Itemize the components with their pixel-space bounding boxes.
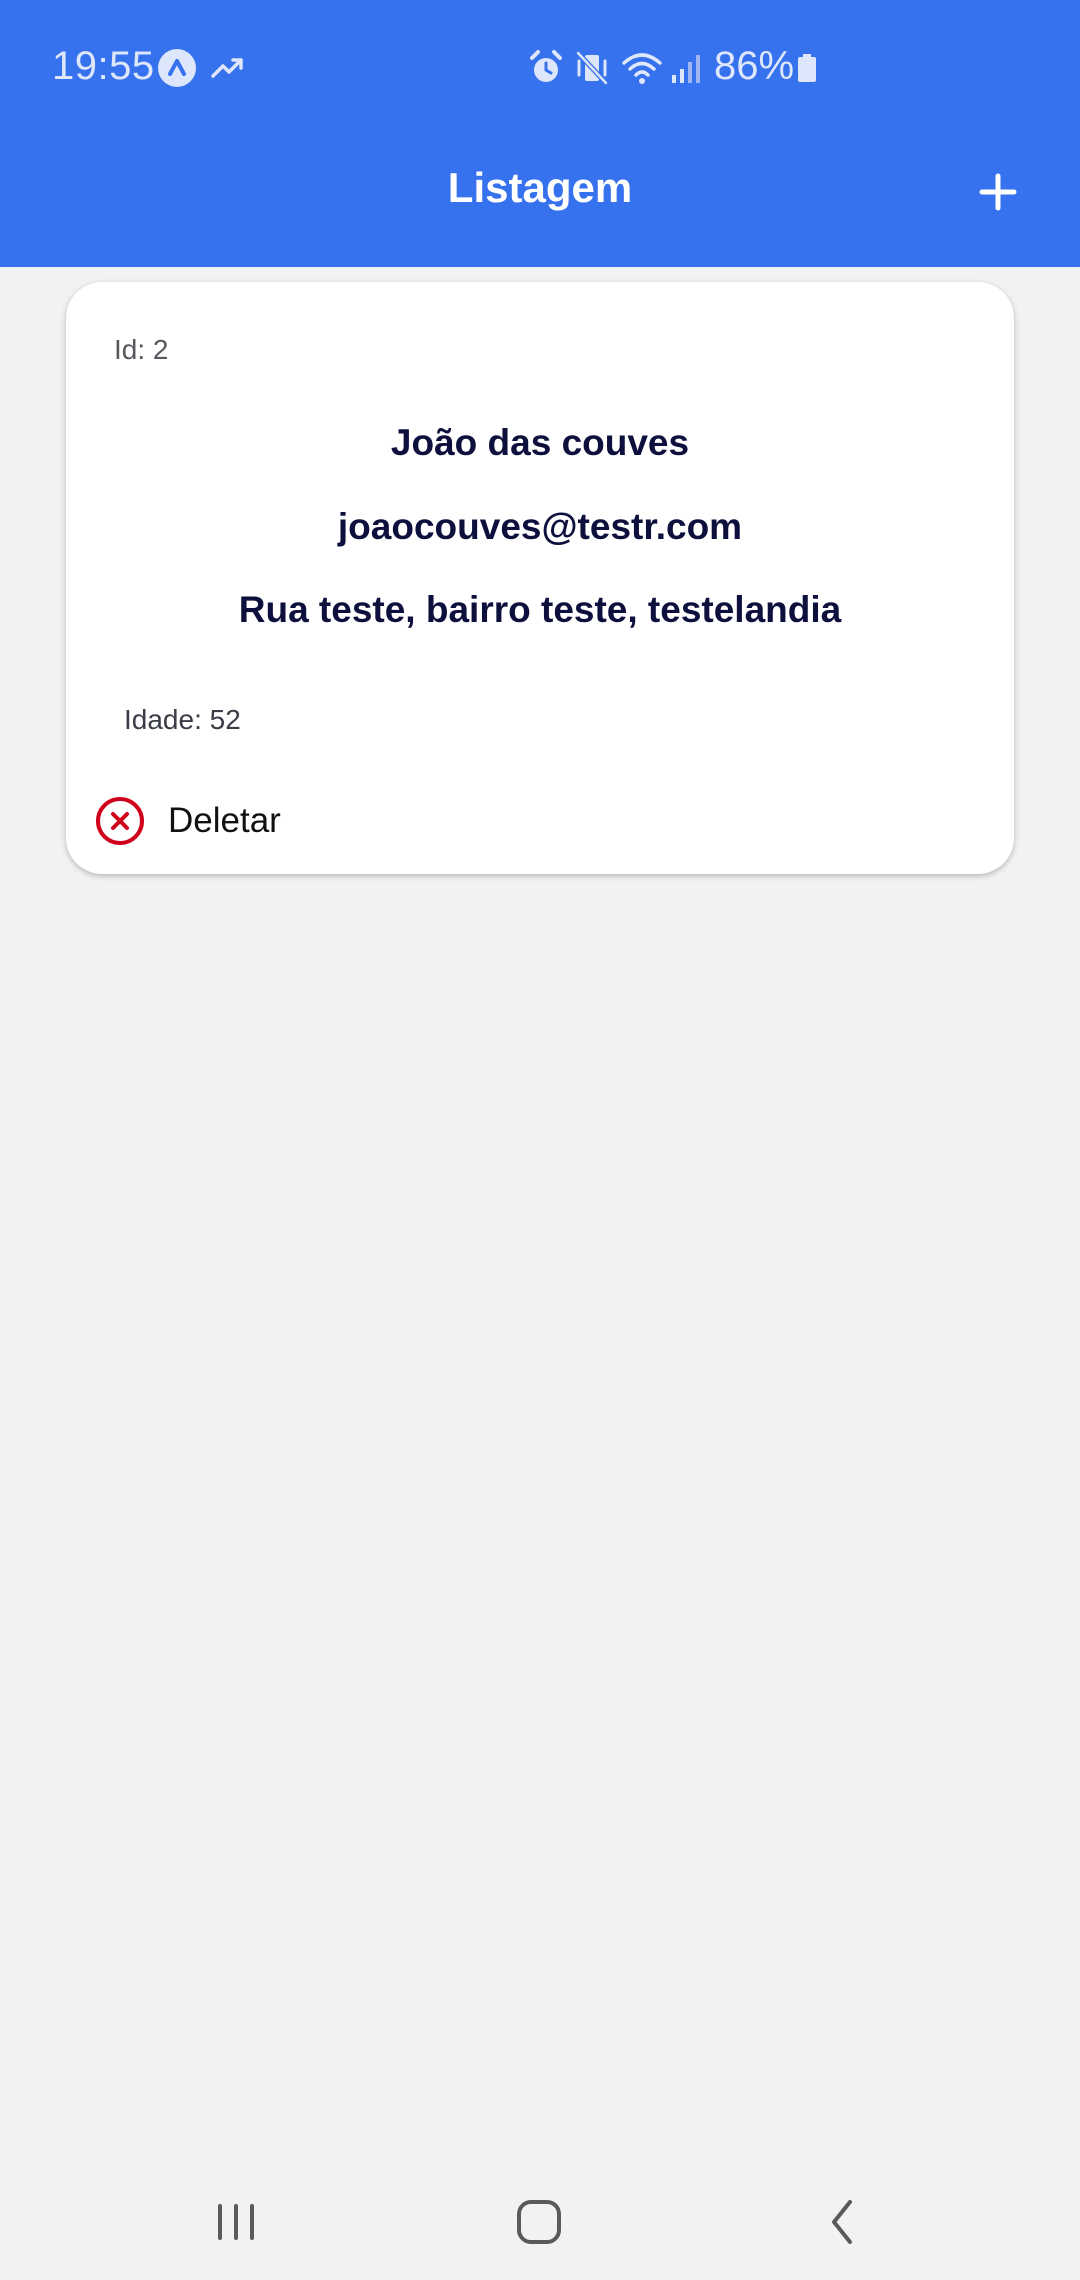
record-email: joaocouves@testr.com (337, 506, 743, 547)
plus-icon (979, 173, 1017, 211)
vibrate-mute-icon (576, 51, 608, 85)
app-bar: Listagem (0, 136, 1080, 267)
record-id: Id: 2 (114, 334, 169, 365)
record-address: Rua teste, bairro teste, testelandia (238, 589, 842, 630)
battery-percentage: 86% (714, 44, 795, 88)
page-title: Listagem (447, 164, 633, 211)
signal-icon (672, 55, 700, 83)
delete-label: Deletar (168, 801, 281, 840)
home-icon (517, 2200, 561, 2244)
back-icon (832, 2200, 852, 2244)
system-nav-bar (0, 2160, 1080, 2280)
home-button[interactable] (509, 2192, 569, 2252)
record-age: Idade: 52 (124, 704, 241, 735)
status-time: 19:55 (52, 44, 155, 88)
record-name: João das couves (390, 422, 690, 463)
alarm-icon (530, 50, 562, 82)
status-bar: 19:55 86% (0, 0, 1080, 136)
close-circle-icon (96, 797, 144, 845)
wifi-icon (622, 53, 662, 84)
app-notification-icon (158, 49, 196, 87)
battery-icon (798, 54, 816, 82)
recents-button[interactable] (206, 2192, 266, 2252)
recents-icon (218, 2204, 254, 2240)
back-button[interactable] (812, 2192, 872, 2252)
add-button[interactable] (970, 164, 1026, 220)
delete-button[interactable]: Deletar (94, 792, 354, 852)
status-icons: 86% (528, 44, 828, 92)
trending-up-icon (211, 58, 243, 78)
record-card: Id: 2 João das couves joaocouves@testr.c… (66, 282, 1014, 874)
